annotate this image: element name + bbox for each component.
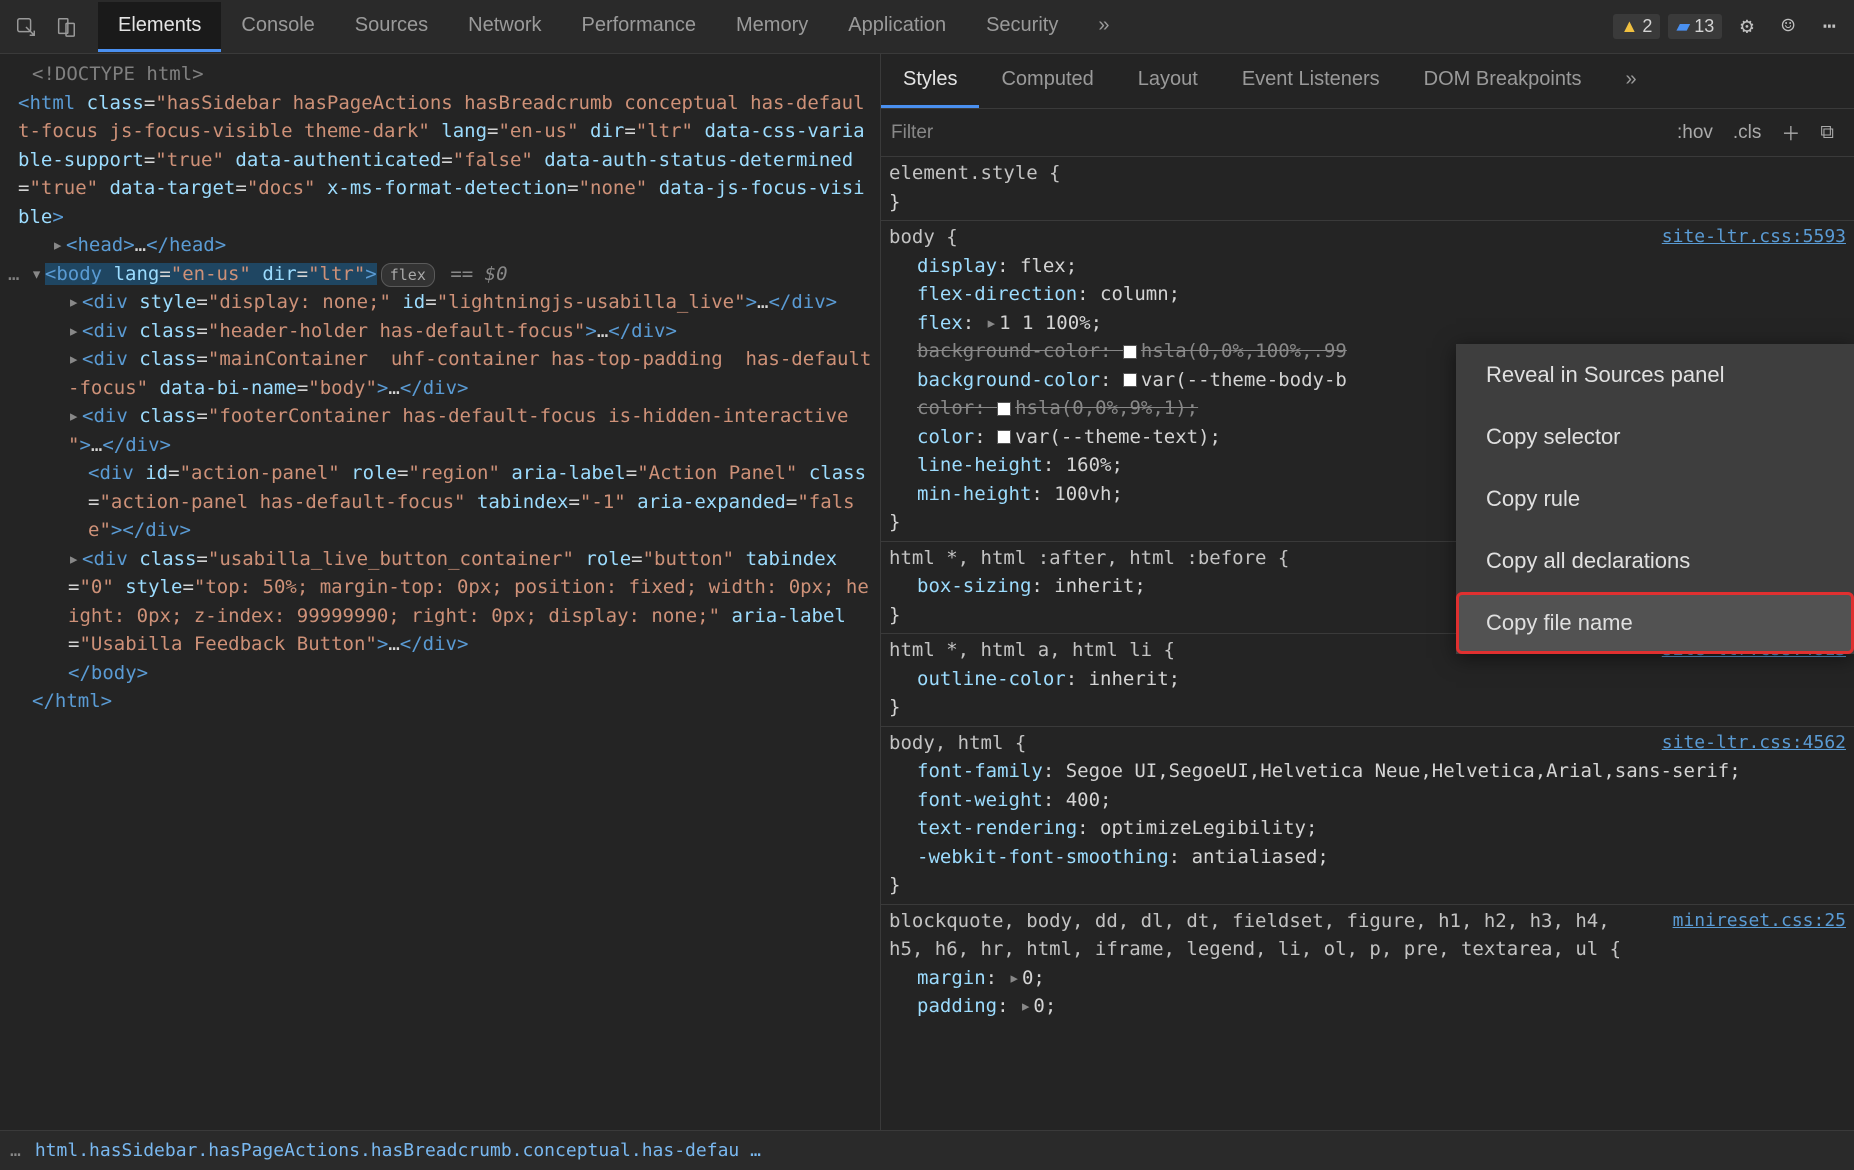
expand-shorthand-icon[interactable]: ▸ bbox=[986, 312, 997, 334]
tab-memory[interactable]: Memory bbox=[716, 2, 828, 52]
expander-icon[interactable]: ▸ bbox=[68, 402, 82, 431]
expander-icon[interactable]: ▸ bbox=[68, 345, 82, 374]
tab-application[interactable]: Application bbox=[828, 2, 966, 52]
rule-selector[interactable]: element.style { bbox=[889, 159, 1846, 188]
dom-body-close[interactable]: </body> bbox=[8, 659, 872, 688]
subtab-overflow-icon[interactable]: » bbox=[1604, 54, 1659, 108]
tab-console[interactable]: Console bbox=[221, 2, 334, 52]
css-declaration[interactable]: outline-color: inherit; bbox=[889, 665, 1846, 694]
tab-elements[interactable]: Elements bbox=[98, 2, 221, 52]
menu-reveal-in-sources[interactable]: Reveal in Sources panel bbox=[1456, 344, 1854, 406]
expander-icon[interactable]: ▸ bbox=[68, 288, 82, 317]
message-icon: ▰ bbox=[1676, 16, 1690, 37]
cls-button[interactable]: .cls bbox=[1723, 118, 1772, 148]
hov-button[interactable]: :hov bbox=[1667, 118, 1723, 148]
gear-icon[interactable]: ⚙ bbox=[1730, 10, 1763, 43]
messages-count: 13 bbox=[1694, 16, 1714, 37]
new-style-rule-icon[interactable]: ＋ bbox=[1771, 115, 1810, 150]
dom-node[interactable]: ▸<div style="display: none;" id="lightni… bbox=[8, 288, 872, 317]
menu-copy-rule[interactable]: Copy rule bbox=[1456, 468, 1854, 530]
subtab-computed[interactable]: Computed bbox=[979, 54, 1115, 108]
tab-performance[interactable]: Performance bbox=[562, 2, 717, 52]
rule-body-html[interactable]: site-ltr.css:4562 body, html { font-fami… bbox=[881, 727, 1854, 905]
breadcrumb-ellipsis[interactable]: … bbox=[10, 1140, 21, 1161]
menu-copy-all-declarations[interactable]: Copy all declarations bbox=[1456, 530, 1854, 592]
flex-badge[interactable]: flex bbox=[381, 263, 435, 288]
tab-network[interactable]: Network bbox=[448, 2, 561, 52]
styles-subtabs: Styles Computed Layout Event Listeners D… bbox=[881, 54, 1854, 109]
css-declaration[interactable]: font-weight: 400; bbox=[889, 786, 1846, 815]
dom-node[interactable]: <div id="action-panel" role="region" ari… bbox=[8, 459, 872, 545]
rule-close-brace: } bbox=[889, 693, 1846, 722]
subtab-layout[interactable]: Layout bbox=[1116, 54, 1220, 108]
color-swatch-icon[interactable] bbox=[997, 430, 1011, 444]
dom-body-open[interactable]: … ▾<body lang="en-us" dir="ltr">flex == … bbox=[8, 260, 872, 289]
tab-overflow-icon[interactable]: » bbox=[1078, 2, 1129, 52]
expand-shorthand-icon[interactable]: ▸ bbox=[1009, 967, 1020, 989]
device-toolbar-icon[interactable] bbox=[48, 9, 84, 45]
expander-icon[interactable]: ▸ bbox=[52, 231, 66, 260]
css-declaration[interactable]: flex: ▸1 1 100%; bbox=[889, 309, 1846, 338]
tab-security[interactable]: Security bbox=[966, 2, 1078, 52]
rule-element-style[interactable]: element.style { } bbox=[881, 157, 1854, 221]
warnings-count: 2 bbox=[1642, 16, 1652, 37]
main-tabs: Elements Console Sources Network Perform… bbox=[98, 2, 1129, 52]
expander-icon[interactable]: ▸ bbox=[68, 317, 82, 346]
subtab-event-listeners[interactable]: Event Listeners bbox=[1220, 54, 1402, 108]
color-swatch-icon[interactable] bbox=[997, 402, 1011, 416]
eq0-label: == $0 bbox=[450, 263, 507, 285]
dom-node[interactable]: ▸<div class="usabilla_live_button_contai… bbox=[8, 545, 872, 659]
rule-source-link[interactable]: site-ltr.css:4562 bbox=[1662, 729, 1846, 756]
subtab-dom-breakpoints[interactable]: DOM Breakpoints bbox=[1402, 54, 1604, 108]
expander-icon[interactable]: ▾ bbox=[31, 260, 45, 289]
css-declaration[interactable]: text-rendering: optimizeLegibility; bbox=[889, 814, 1846, 843]
inspect-element-icon[interactable] bbox=[8, 9, 44, 45]
warning-icon: ▲ bbox=[1621, 16, 1639, 37]
dom-html-open[interactable]: <html class="hasSidebar hasPageActions h… bbox=[8, 89, 872, 232]
color-swatch-icon[interactable] bbox=[1123, 345, 1137, 359]
warnings-badge[interactable]: ▲2 bbox=[1613, 14, 1661, 39]
more-icon[interactable]: ⋯ bbox=[1813, 10, 1846, 43]
css-declaration[interactable]: margin: ▸0; bbox=[889, 964, 1846, 993]
tab-sources[interactable]: Sources bbox=[335, 2, 448, 52]
dom-head[interactable]: ▸<head>…</head> bbox=[8, 231, 872, 260]
breadcrumb-path[interactable]: html.hasSidebar.hasPageActions.hasBreadc… bbox=[35, 1140, 1844, 1161]
styles-filter-input[interactable] bbox=[891, 122, 1667, 144]
rule-close-brace: } bbox=[889, 871, 1846, 900]
filter-row: :hov .cls ＋ ⧉ bbox=[881, 109, 1854, 157]
menu-copy-selector[interactable]: Copy selector bbox=[1456, 406, 1854, 468]
color-swatch-icon[interactable] bbox=[1123, 373, 1137, 387]
menu-copy-file-name[interactable]: Copy file name bbox=[1456, 592, 1854, 654]
topbar-left: Elements Console Sources Network Perform… bbox=[8, 2, 1129, 52]
dom-node[interactable]: ▸<div class="mainContainer uhf-container… bbox=[8, 345, 872, 402]
rule-source-link[interactable]: minireset.css:25 bbox=[1673, 907, 1846, 934]
rule-minireset[interactable]: minireset.css:25 blockquote, body, dd, d… bbox=[881, 905, 1854, 1025]
dom-node[interactable]: ▸<div class="header-holder has-default-f… bbox=[8, 317, 872, 346]
dom-node[interactable]: ▸<div class="footerContainer has-default… bbox=[8, 402, 872, 459]
css-declaration[interactable]: -webkit-font-smoothing: antialiased; bbox=[889, 843, 1846, 872]
dom-doctype[interactable]: <!DOCTYPE html> bbox=[8, 60, 872, 89]
rule-source-link[interactable]: site-ltr.css:5593 bbox=[1662, 223, 1846, 250]
elements-panel[interactable]: <!DOCTYPE html> <html class="hasSidebar … bbox=[0, 54, 880, 1130]
rule-close-brace: } bbox=[889, 188, 1846, 217]
css-declaration[interactable]: display: flex; bbox=[889, 252, 1846, 281]
expand-shorthand-icon[interactable]: ▸ bbox=[1020, 995, 1031, 1017]
context-menu: Reveal in Sources panel Copy selector Co… bbox=[1456, 344, 1854, 654]
css-declaration[interactable]: font-family: Segoe UI,SegoeUI,Helvetica … bbox=[889, 757, 1846, 786]
main-area: <!DOCTYPE html> <html class="hasSidebar … bbox=[0, 54, 1854, 1130]
subtab-styles[interactable]: Styles bbox=[881, 54, 979, 108]
dom-html-close[interactable]: </html> bbox=[8, 687, 872, 716]
css-declaration[interactable]: padding: ▸0; bbox=[889, 992, 1846, 1021]
computed-sidebar-toggle-icon[interactable]: ⧉ bbox=[1810, 118, 1844, 148]
breadcrumb-bar[interactable]: … html.hasSidebar.hasPageActions.hasBrea… bbox=[0, 1130, 1854, 1170]
devtools-topbar: Elements Console Sources Network Perform… bbox=[0, 0, 1854, 54]
expander-icon[interactable]: ▸ bbox=[68, 545, 82, 574]
css-declaration[interactable]: flex-direction: column; bbox=[889, 280, 1846, 309]
messages-badge[interactable]: ▰13 bbox=[1668, 14, 1722, 39]
send-feedback-icon[interactable]: ☺ bbox=[1772, 10, 1805, 43]
topbar-right: ▲2 ▰13 ⚙ ☺ ⋯ bbox=[1613, 10, 1846, 43]
styles-panel: Styles Computed Layout Event Listeners D… bbox=[880, 54, 1854, 1130]
